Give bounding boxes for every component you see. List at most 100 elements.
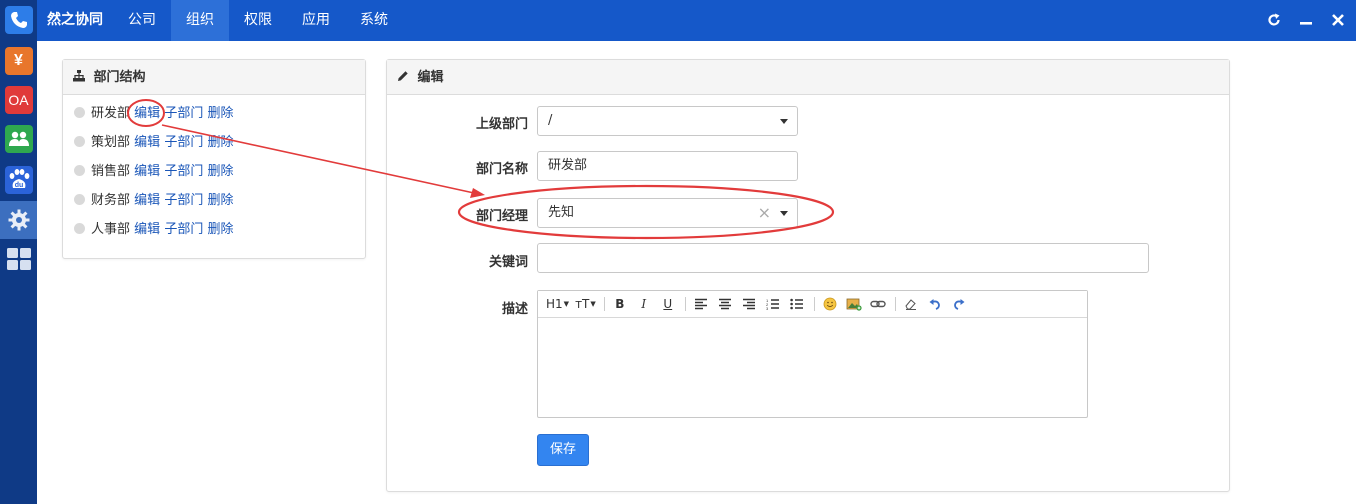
dept-manager-select[interactable]: 先知 × <box>537 198 798 228</box>
dept-name: 人事部 <box>91 222 131 237</box>
dept-name: 财务部 <box>91 193 131 208</box>
toolbar-divider <box>684 297 686 311</box>
department-tree-panel: 部门结构 研发部 编辑 子部门 删除 策划部 编辑 子部门 删除 销售部 编辑 … <box>62 59 366 259</box>
tree-item-dept: 销售部 编辑 子部门 删除 <box>74 162 233 182</box>
bullet-list-icon[interactable] <box>788 294 806 314</box>
main-nav: 公司 组织 权限 应用 系统 <box>113 0 403 41</box>
parent-dept-select[interactable]: / <box>537 106 798 136</box>
dept-name-field[interactable]: 研发部 <box>537 151 798 181</box>
toolbar-divider <box>603 297 605 311</box>
delete-link[interactable]: 删除 <box>207 135 233 150</box>
tree-panel-title: 部门结构 <box>93 70 146 85</box>
redo-icon[interactable] <box>950 294 968 314</box>
keywords-field[interactable] <box>537 243 1149 273</box>
chevron-down-icon <box>780 211 788 216</box>
font-size-button[interactable]: ᴛT ▼ <box>575 294 596 314</box>
nav-permissions[interactable]: 权限 <box>229 0 287 41</box>
tree-node-dot <box>74 194 85 205</box>
clear-icon[interactable]: × <box>758 199 771 227</box>
description-editor[interactable]: H1 ▼ ᴛT ▼ B I U 123 <box>537 290 1088 418</box>
bold-button[interactable]: B <box>611 294 629 314</box>
apps-grid-icon <box>5 245 33 273</box>
keywords-label: 关键词 <box>488 255 528 270</box>
rail-item-settings[interactable] <box>0 201 37 239</box>
align-left-icon[interactable] <box>692 294 710 314</box>
heading-button[interactable]: H1 ▼ <box>546 294 569 314</box>
delete-link[interactable]: 删除 <box>207 222 233 237</box>
rail-item-finance[interactable]: ¥ <box>0 42 37 80</box>
eraser-icon[interactable] <box>902 294 920 314</box>
parent-dept-label: 上级部门 <box>475 117 528 132</box>
image-icon[interactable] <box>845 294 863 314</box>
chevron-down-icon <box>780 119 788 124</box>
save-button[interactable]: 保存 <box>537 434 589 466</box>
delete-link[interactable]: 删除 <box>207 193 233 208</box>
editor-content-area[interactable] <box>538 318 1087 417</box>
edit-link[interactable]: 编辑 <box>134 164 160 179</box>
child-dept-link[interactable]: 子部门 <box>164 164 203 179</box>
toolbar-divider <box>894 297 896 311</box>
refresh-icon[interactable] <box>1267 0 1281 41</box>
ordered-list-icon[interactable]: 123 <box>764 294 782 314</box>
svg-text:3: 3 <box>766 306 769 310</box>
tree-item-dept: 人事部 编辑 子部门 删除 <box>74 220 233 240</box>
app-brand[interactable]: 然之协同 <box>47 0 103 41</box>
edit-link[interactable]: 编辑 <box>134 193 160 208</box>
editor-toolbar: H1 ▼ ᴛT ▼ B I U 123 <box>538 291 1087 318</box>
underline-button[interactable]: U <box>659 294 677 314</box>
delete-link[interactable]: 删除 <box>207 106 233 121</box>
app-rail: ¥ OA du <box>0 0 37 504</box>
child-dept-link[interactable]: 子部门 <box>164 222 203 237</box>
phone-icon <box>4 6 33 34</box>
edit-panel-header: 编辑 <box>387 60 1229 95</box>
yen-icon: ¥ <box>4 47 33 75</box>
parent-dept-value: / <box>548 113 553 128</box>
toolbar-divider <box>813 297 815 311</box>
heading-label: H1 <box>546 297 563 311</box>
dept-name-label: 部门名称 <box>475 162 528 177</box>
tree-item-dept: 研发部 编辑 子部门 删除 <box>74 104 233 124</box>
undo-icon[interactable] <box>926 294 944 314</box>
pencil-icon <box>397 60 411 95</box>
edit-link[interactable]: 编辑 <box>134 222 160 237</box>
rail-item-baidu[interactable]: du <box>0 161 37 199</box>
tree-item-dept: 财务部 编辑 子部门 删除 <box>74 191 233 211</box>
edit-link[interactable]: 编辑 <box>134 106 160 121</box>
top-navbar: 然之协同 公司 组织 权限 应用 系统 <box>37 0 1356 41</box>
child-dept-link[interactable]: 子部门 <box>164 193 203 208</box>
sitemap-icon <box>73 60 87 95</box>
dept-manager-label: 部门经理 <box>475 209 528 224</box>
close-icon[interactable] <box>1332 0 1344 41</box>
delete-link[interactable]: 删除 <box>207 164 233 179</box>
tree-node-dot <box>74 107 85 118</box>
rail-item-phone[interactable] <box>0 1 37 39</box>
nav-organization[interactable]: 组织 <box>171 0 229 41</box>
link-icon[interactable] <box>869 294 887 314</box>
emoji-icon[interactable] <box>821 294 839 314</box>
align-right-icon[interactable] <box>740 294 758 314</box>
tree-panel-header: 部门结构 <box>63 60 365 95</box>
users-icon <box>4 125 33 153</box>
tree-node-dot <box>74 136 85 147</box>
nav-company[interactable]: 公司 <box>113 0 171 41</box>
nav-system[interactable]: 系统 <box>345 0 403 41</box>
italic-button[interactable]: I <box>635 294 653 314</box>
align-center-icon[interactable] <box>716 294 734 314</box>
rail-item-oa[interactable]: OA <box>0 81 37 119</box>
child-dept-link[interactable]: 子部门 <box>164 135 203 150</box>
rail-item-apps[interactable] <box>0 240 37 278</box>
dept-name-value: 研发部 <box>548 158 588 173</box>
oa-icon: OA <box>4 86 33 114</box>
minimize-icon[interactable] <box>1300 0 1312 41</box>
gear-icon <box>5 206 33 234</box>
dept-name: 销售部 <box>91 164 131 179</box>
child-dept-link[interactable]: 子部门 <box>164 106 203 121</box>
edit-link[interactable]: 编辑 <box>134 135 160 150</box>
tree-node-dot <box>74 165 85 176</box>
baidu-icon: du <box>4 166 33 194</box>
tree-node-dot <box>74 223 85 234</box>
nav-apps[interactable]: 应用 <box>287 0 345 41</box>
rail-item-team[interactable] <box>0 120 37 158</box>
font-size-label: ᴛT <box>575 297 590 311</box>
tree-item-dept: 策划部 编辑 子部门 删除 <box>74 133 233 153</box>
